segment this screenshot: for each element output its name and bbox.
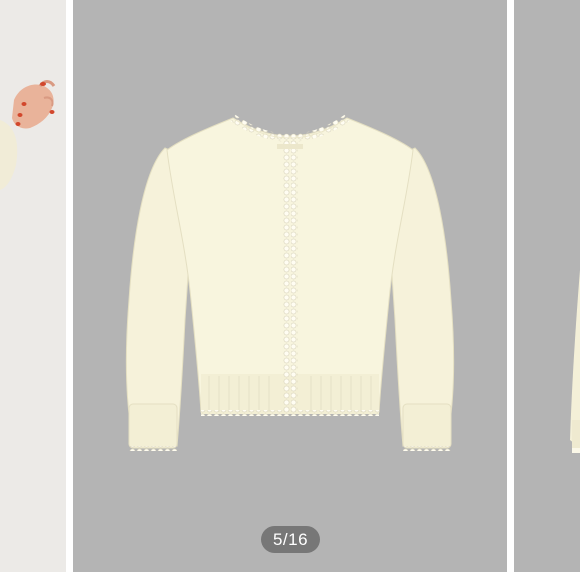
current-slide[interactable]: 5/16 bbox=[73, 0, 507, 572]
image-carousel[interactable]: 5/16 bbox=[0, 0, 580, 580]
cardigan-photo bbox=[125, 114, 455, 451]
cardigan-photo-next bbox=[514, 0, 580, 572]
next-slide[interactable] bbox=[514, 0, 580, 572]
person-photo bbox=[0, 0, 66, 572]
previous-slide[interactable] bbox=[0, 0, 66, 572]
slide-counter-badge: 5/16 bbox=[261, 526, 320, 553]
